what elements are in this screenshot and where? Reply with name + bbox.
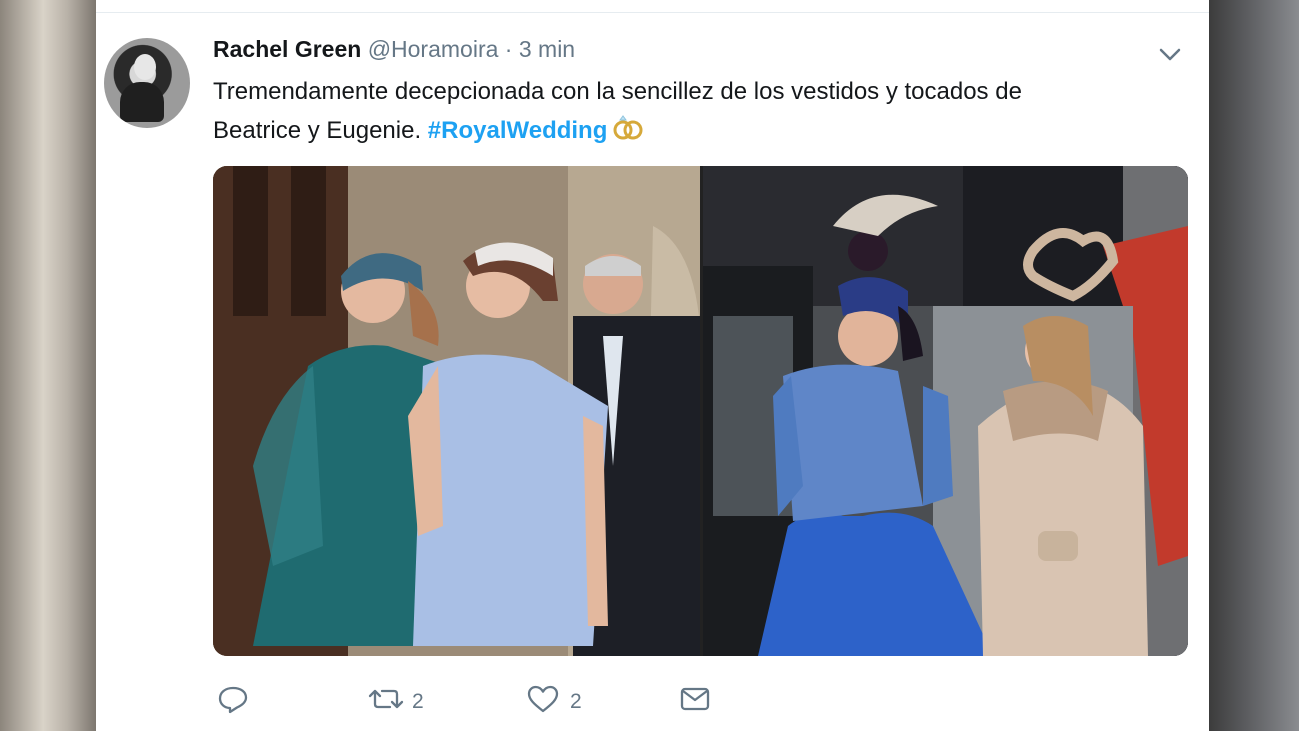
background-right [1209,0,1299,731]
header-separator: · [504,36,513,62]
message-icon [680,687,710,711]
tweet-actions: 2 2 [96,676,1209,726]
background-left [0,0,96,731]
divider [96,12,1209,13]
avatar[interactable] [104,38,190,128]
like-count: 2 [570,690,582,713]
retweet-icon [368,689,404,709]
reply-icon [218,686,248,714]
tweet-text-start: Beatrice y Eugenie. [213,117,428,144]
message-button[interactable] [678,682,718,716]
avatar-head [134,54,156,80]
reply-button[interactable] [216,682,256,716]
tweet-text: Tremendamente decepcionada con la sencil… [213,72,1173,154]
hashtag-link[interactable]: #RoyalWedding [428,117,608,144]
retweet-count: 2 [412,690,424,713]
like-button[interactable]: 2 [526,682,606,716]
chevron-down-icon[interactable] [1156,40,1184,68]
tweet-card: Rachel Green @Horamoira · 3 min Tremenda… [96,0,1209,731]
tweet-media[interactable] [213,166,1188,656]
photo-right[interactable] [703,166,1188,656]
retweet-button[interactable]: 2 [368,682,448,716]
tweet-text-line-1: Tremendamente decepcionada con la sencil… [213,78,1022,105]
photo-left[interactable] [213,166,700,656]
like-icon [527,685,559,713]
tweet-header: Rachel Green @Horamoira · 3 min [213,36,575,63]
tweet-text-line-2: Beatrice y Eugenie. #RoyalWedding [213,111,1173,154]
tweet-time[interactable]: 3 min [519,36,575,62]
avatar-body [120,82,164,122]
author-name[interactable]: Rachel Green [213,36,361,62]
author-handle[interactable]: @Horamoira [368,36,499,62]
wedding-rings-icon [611,112,645,154]
